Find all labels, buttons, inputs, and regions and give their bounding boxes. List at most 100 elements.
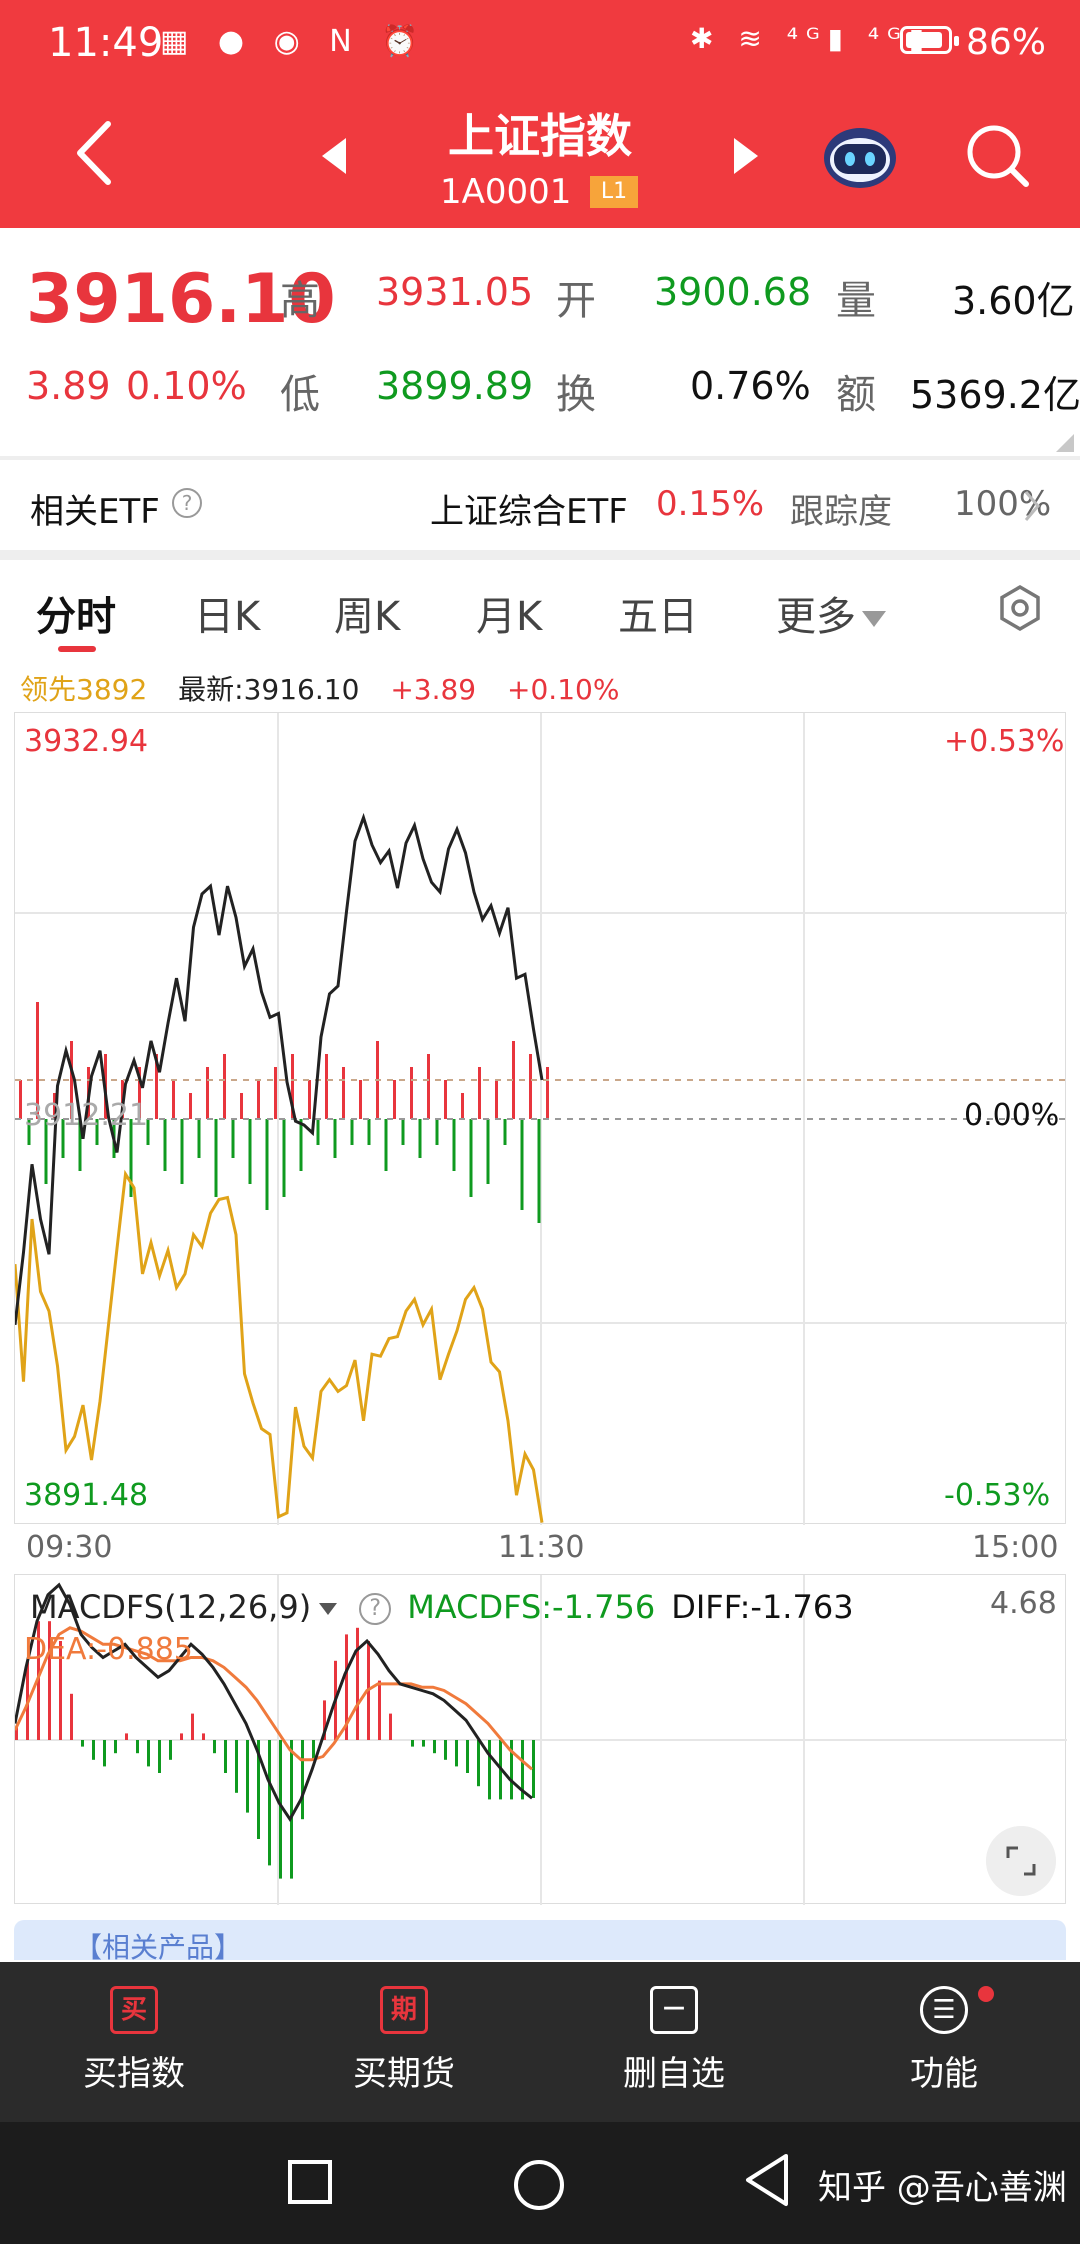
volume-bar [410,1067,413,1119]
latest-value: 最新:3916.10 [178,673,360,706]
divider [0,550,1080,560]
macd-bar [532,1740,535,1798]
macd-bar [169,1740,172,1760]
related-etf-bar[interactable]: 相关ETF ? 上证综合ETF 0.15% 跟踪度 100% [0,460,1080,550]
macd-bar [422,1740,425,1747]
macd-bar [455,1740,458,1767]
macd-bar [466,1740,469,1773]
back-nav-icon[interactable] [742,2152,792,2208]
macd-bar [488,1740,491,1800]
volume-bar [163,1119,167,1171]
battery-icon [900,26,959,54]
latest-change: +3.89 [390,673,477,706]
chart-info-line: 领先3892 最新:3916.10 +3.89 +0.10% [20,668,619,708]
tab-more[interactable]: 更多 [776,584,886,642]
time-label-noon: 11:30 [498,1530,585,1565]
tab-monthly-k[interactable]: 月K [476,584,542,642]
macd-bar [136,1740,139,1754]
help-icon[interactable]: ? [359,1593,392,1625]
volume-bar [469,1119,473,1197]
promo-banner[interactable]: 【相关产品】 [14,1920,1066,1964]
macdfs-value: MACDFS:-1.756 [407,1588,656,1626]
chevron-right-icon [1024,491,1040,521]
amount-label: 额 [836,372,876,418]
buy-futures-label: 买期货 [353,2054,455,2094]
y-max-label: 3932.94 [24,724,149,759]
functions-label: 功能 [910,2054,978,2094]
quote-panel: 3916.10 3.89 0.10% 高 3931.05 开 3900.68 量… [0,228,1080,458]
help-icon[interactable]: ? [172,488,202,518]
tracking-label: 跟踪度 [790,492,892,532]
level-badge: L1 [590,176,638,208]
volume-bar [461,1093,464,1119]
volume-bar [308,1080,311,1119]
buy-index-button[interactable]: 买 买指数 [34,1986,234,2095]
intraday-chart[interactable] [13,712,1067,1525]
macd-bar [180,1733,183,1740]
volume-bar [444,1080,447,1119]
status-bar: 11:49 ▦ ● ◉ N ⏰ ✱ ≋ ⁴ᴳ▮ ⁴ᴳ▮ 86% [0,0,1080,90]
tab-daily-k[interactable]: 日K [194,584,260,642]
caret-down-icon [319,1603,338,1615]
period-tabs: 分时 日K 周K 月K 五日 更多 [0,560,1080,660]
search-icon[interactable] [962,118,1032,194]
macd-bar [356,1627,359,1740]
macd-bar [433,1740,436,1754]
macd-max-label: 4.68 [990,1586,1057,1621]
buy-index-label: 买指数 [83,2054,185,2094]
volume-bar [316,1119,320,1145]
macd-bar [191,1713,194,1740]
volume-bar [257,1080,260,1119]
tab-intraday[interactable]: 分时 [36,584,116,642]
macd-bar [444,1740,447,1760]
volume-bar [427,1054,430,1119]
etf-name: 上证综合ETF [430,492,628,532]
volume-bar [520,1119,524,1210]
macd-bar [279,1740,282,1879]
volume-bar [359,1080,362,1119]
home-icon[interactable] [512,2158,566,2212]
volume-bar [503,1119,507,1145]
macd-bar [147,1740,150,1767]
robot-assistant-icon[interactable] [820,118,900,194]
macd-bar [103,1740,106,1767]
volume-bar [452,1119,456,1171]
leader-value: 领先3892 [20,673,148,706]
settings-icon[interactable] [996,584,1044,632]
volume-bar [537,1119,541,1223]
dea-value: DEA:-0.885 [24,1632,193,1667]
turnover-value: 0.76% [690,364,811,408]
macd-bar [378,1680,381,1740]
active-tab-indicator [58,646,96,652]
pct-max-label: +0.53% [944,724,1065,759]
signal-icons: ✱ ≋ ⁴ᴳ▮ ⁴ᴳ▮ [690,22,933,55]
notification-icons: ▦ ● ◉ N ⏰ [160,24,429,59]
macd-bar [246,1740,249,1813]
volume-bar [486,1119,490,1184]
volume-bar [478,1067,481,1119]
functions-button[interactable]: ☰ 功能 [844,1986,1044,2095]
remove-watchlist-button[interactable]: － 删自选 [574,1986,774,2095]
indicator-select[interactable]: MACDFS(12,26,9) [24,1588,343,1626]
buy-futures-button[interactable]: 期 买期货 [304,1986,504,2095]
fullscreen-icon[interactable] [986,1826,1056,1896]
time-label-open: 09:30 [26,1530,113,1565]
macd-bar [268,1740,271,1866]
macd-bar [312,1740,315,1760]
tab-weekly-k[interactable]: 周K [334,584,400,642]
next-stock-icon[interactable] [734,138,758,174]
volume-bar [350,1119,354,1145]
open-label: 开 [556,278,596,324]
macd-bar [290,1740,293,1879]
indicator-name: MACDFS(12,26,9) [30,1588,312,1626]
volume-bar [265,1119,269,1210]
recent-apps-icon[interactable] [286,2158,334,2206]
page-title: 上证指数 [448,109,632,163]
macd-bar [477,1740,480,1787]
volume-bar [325,1054,328,1119]
tab-five-day[interactable]: 五日 [618,584,698,642]
volume-label: 量 [836,278,876,324]
expand-corner-icon[interactable] [1056,434,1074,452]
macd-bar [202,1733,205,1740]
pct-mid-label: 0.00% [964,1098,1060,1133]
